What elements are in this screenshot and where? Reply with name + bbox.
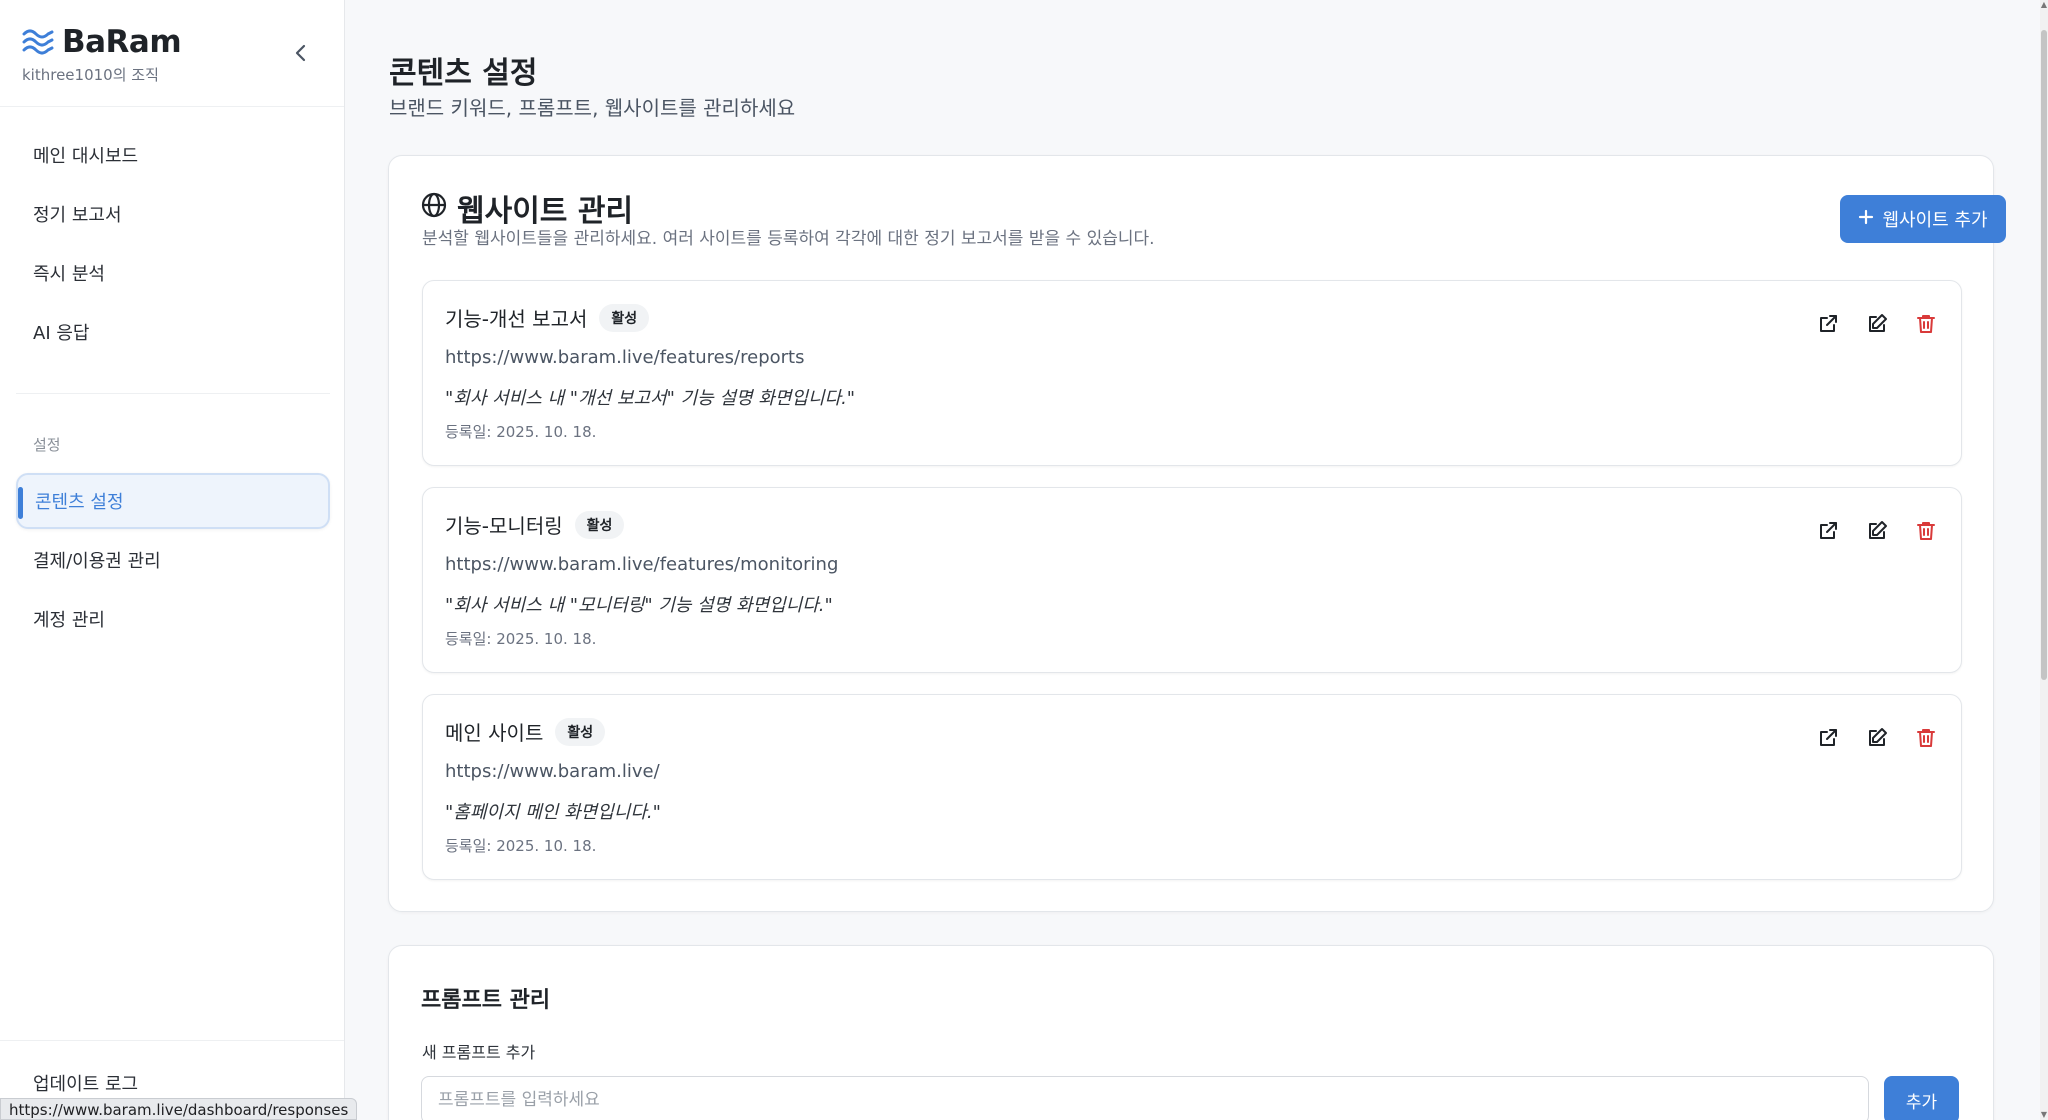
sidebar-item-instant-analysis[interactable]: 즉시 분석	[16, 245, 330, 301]
prompts-card: 프롬프트 관리 새 프롬프트 추가 추가	[388, 945, 1994, 1120]
main-content: 콘텐츠 설정 브랜드 키워드, 프롬프트, 웹사이트를 관리하세요 웹사이트 관…	[345, 0, 2048, 1120]
add-website-button[interactable]: 웹사이트 추가	[1840, 195, 2006, 243]
prompt-input[interactable]	[421, 1076, 1869, 1120]
sidebar-item-label: AI 응답	[33, 323, 90, 344]
website-name-row: 메인 사이트 활성	[445, 717, 606, 746]
collapse-sidebar-button[interactable]	[286, 40, 316, 70]
website-url: https://www.baram.live/features/reports	[445, 347, 805, 368]
trash-icon[interactable]	[1913, 518, 1939, 544]
divider	[16, 393, 330, 394]
edit-icon[interactable]	[1864, 725, 1890, 751]
website-actions	[1815, 725, 1939, 751]
scroll-down-arrow-icon[interactable]: ▼	[2040, 1110, 2048, 1120]
divider	[0, 106, 344, 107]
plus-icon	[1858, 209, 1874, 230]
sidebar-item-label: 즉시 분석	[33, 264, 105, 285]
divider	[0, 1040, 344, 1041]
sidebar-item-label: 콘텐츠 설정	[35, 492, 124, 513]
add-website-label: 웹사이트 추가	[1882, 210, 1988, 231]
website-actions	[1815, 311, 1939, 337]
org-name: kithree1010의 조직	[22, 66, 159, 84]
brand-name: BaRam	[62, 24, 182, 60]
sidebar-item-dashboard[interactable]: 메인 대시보드	[16, 127, 330, 183]
website-item: 기능-모니터링 활성 https://www.baram.live/featur…	[422, 487, 1962, 673]
wave-icon	[22, 26, 54, 56]
website-date: 등록일: 2025. 10. 18.	[445, 630, 597, 648]
sidebar-item-ai-responses[interactable]: AI 응답	[16, 304, 330, 360]
website-date: 등록일: 2025. 10. 18.	[445, 423, 597, 441]
trash-icon[interactable]	[1913, 311, 1939, 337]
sidebar: BaRam kithree1010의 조직 메인 대시보드 정기 보고서 즉시 …	[0, 0, 345, 1120]
prompts-title: 프롬프트 관리	[421, 988, 551, 1013]
new-prompt-label: 새 프롬프트 추가	[422, 1043, 536, 1062]
sidebar-item-content-settings[interactable]: 콘텐츠 설정	[16, 473, 330, 529]
page-subtitle: 브랜드 키워드, 프롬프트, 웹사이트를 관리하세요	[389, 96, 796, 120]
add-prompt-button[interactable]: 추가	[1884, 1076, 1959, 1120]
website-description: "홈페이지 메인 화면입니다."	[445, 802, 661, 823]
website-url: https://www.baram.live/	[445, 761, 660, 782]
active-indicator	[18, 487, 23, 519]
websites-description: 분석할 웹사이트들을 관리하세요. 여러 사이트를 등록하여 각각에 대한 정기…	[422, 229, 1155, 249]
globe-icon	[421, 191, 447, 226]
link-status-url: https://www.baram.live/dashboard/respons…	[0, 1098, 358, 1120]
status-badge: 활성	[555, 717, 606, 746]
edit-icon[interactable]	[1864, 518, 1890, 544]
external-link-icon[interactable]	[1815, 725, 1841, 751]
website-item: 기능-개선 보고서 활성 https://www.baram.live/feat…	[422, 280, 1962, 466]
websites-card: 웹사이트 관리 분석할 웹사이트들을 관리하세요. 여러 사이트를 등록하여 각…	[388, 155, 2006, 912]
sidebar-item-label: 업데이트 로그	[33, 1074, 139, 1095]
sidebar-item-label: 메인 대시보드	[33, 146, 139, 167]
scrollbar-thumb[interactable]	[2041, 30, 2047, 680]
website-name: 메인 사이트	[445, 721, 544, 745]
sidebar-item-label: 결제/이용권 관리	[33, 551, 161, 572]
edit-icon[interactable]	[1864, 311, 1890, 337]
brand: BaRam kithree1010의 조직	[22, 24, 322, 88]
sidebar-item-reports[interactable]: 정기 보고서	[16, 186, 330, 242]
section-label-settings: 설정	[33, 436, 61, 454]
website-url: https://www.baram.live/features/monitori…	[445, 554, 839, 575]
sidebar-item-label: 정기 보고서	[33, 205, 122, 226]
website-actions	[1815, 518, 1939, 544]
external-link-icon[interactable]	[1815, 518, 1841, 544]
page-title: 콘텐츠 설정	[389, 56, 538, 91]
sidebar-item-account[interactable]: 계정 관리	[16, 591, 330, 647]
external-link-icon[interactable]	[1815, 311, 1841, 337]
website-name: 기능-모니터링	[445, 514, 563, 538]
website-name-row: 기능-모니터링 활성	[445, 510, 625, 539]
trash-icon[interactable]	[1913, 725, 1939, 751]
status-badge: 활성	[574, 510, 625, 539]
sidebar-item-billing[interactable]: 결제/이용권 관리	[16, 532, 330, 588]
website-date: 등록일: 2025. 10. 18.	[445, 837, 597, 855]
website-item: 메인 사이트 활성 https://www.baram.live/ "홈페이지 …	[422, 694, 1962, 880]
status-badge: 활성	[599, 303, 650, 332]
sidebar-item-label: 계정 관리	[33, 610, 105, 631]
website-description: "회사 서비스 내 "개선 보고서" 기능 설명 화면입니다."	[445, 388, 856, 409]
website-name: 기능-개선 보고서	[445, 307, 588, 331]
scroll-up-arrow-icon[interactable]: ▲	[2040, 0, 2048, 10]
chevron-left-icon	[294, 44, 308, 66]
website-description: "회사 서비스 내 "모니터링" 기능 설명 화면입니다."	[445, 595, 833, 616]
website-name-row: 기능-개선 보고서 활성	[445, 303, 650, 332]
